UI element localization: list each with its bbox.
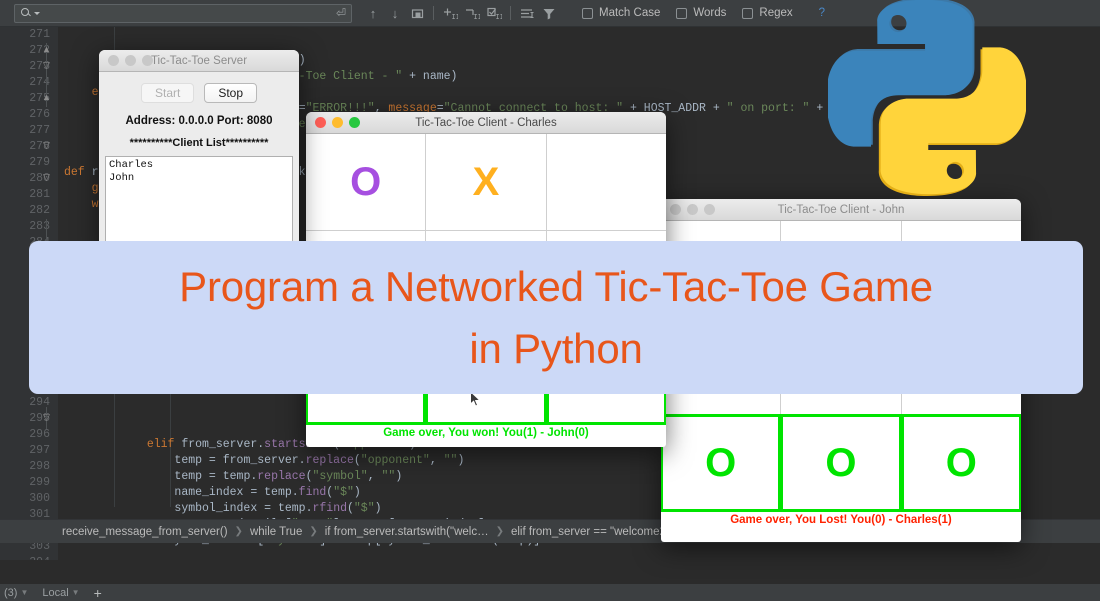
svg-text:II: II [495, 13, 502, 20]
code-line [58, 549, 1100, 560]
python-logo [828, 0, 1026, 196]
add-selection-icon[interactable]: II [439, 3, 461, 23]
chevron-down-icon: ▼ [20, 588, 28, 597]
server-title-bar[interactable]: Tic-Tac-Toe Server [99, 50, 299, 72]
regex-label: Regex [759, 7, 792, 19]
stop-button[interactable]: Stop [204, 83, 257, 103]
breadcrumb-separator: ❯ [309, 526, 317, 537]
words-checkbox[interactable]: Words [676, 7, 726, 19]
board-cell-0-0[interactable]: O [306, 134, 425, 230]
match-case-label: Match Case [599, 7, 660, 19]
arrow-up-icon[interactable]: ↑ [362, 3, 384, 23]
charles-status-message: Game over, You won! You(1) - John(0) [306, 424, 666, 443]
status-count[interactable]: (3) ▼ [4, 587, 28, 599]
svg-text:II: II [473, 13, 480, 20]
breadcrumb-item-3[interactable]: elif from_server == "welcome2" [511, 526, 670, 538]
banner-line-1: Program a Networked Tic-Tac-Toe Game [179, 256, 933, 317]
title-banner-overlay: Program a Networked Tic-Tac-Toe Game in … [29, 241, 1083, 394]
server-button-row: Start Stop [99, 83, 299, 103]
enter-return-icon[interactable]: ⏎ [336, 7, 346, 19]
minimize-icon[interactable] [125, 55, 136, 66]
remove-selection-icon[interactable]: II [461, 3, 483, 23]
search-input-wrapper[interactable]: ⏎ [14, 4, 352, 23]
fold-marker[interactable]: ▽ [42, 141, 51, 150]
select-all-occurrences-icon[interactable] [406, 3, 428, 23]
tic-tac-toe-server-window[interactable]: Tic-Tac-Toe Server Start Stop Address: 0… [99, 50, 299, 255]
banner-line-2: in Python [469, 318, 642, 379]
window-controls[interactable] [315, 117, 360, 128]
search-input[interactable] [40, 7, 336, 19]
add-button[interactable]: + [94, 586, 102, 600]
client-list-header: **********Client List********** [99, 137, 299, 149]
checkbox-box [582, 8, 593, 19]
board-cell-2-0[interactable]: O [661, 415, 780, 511]
toggle-selection-icon[interactable]: II [483, 3, 505, 23]
match-case-checkbox[interactable]: Match Case [582, 7, 660, 19]
board-cell-0-1[interactable]: X [426, 134, 545, 230]
breadcrumb-separator: ❯ [496, 526, 504, 537]
breadcrumb-item-2[interactable]: if from_server.startswith("welc… [325, 526, 489, 538]
fold-marker[interactable]: ▲ [42, 93, 51, 102]
breadcrumb-item-1[interactable]: while True [250, 526, 302, 538]
board-cell-2-2[interactable]: O [902, 415, 1021, 511]
minimize-icon[interactable] [332, 117, 343, 128]
window-controls[interactable] [108, 55, 153, 66]
svg-text:II: II [451, 13, 458, 20]
toolbar-divider-1 [433, 6, 434, 20]
minimize-icon[interactable] [687, 204, 698, 215]
breadcrumb-item-0[interactable]: receive_message_from_server() [62, 526, 228, 538]
regex-checkbox[interactable]: Regex [742, 7, 792, 19]
board-cell-0-2[interactable] [547, 134, 666, 230]
status-bar: (3) ▼ Local ▼ + [0, 584, 1100, 601]
find-toolbar-icons: ↑ ↓ II II II [362, 3, 560, 23]
status-scope[interactable]: Local ▼ [42, 587, 79, 599]
server-window-body: Start Stop Address: 0.0.0.0 Port: 8080 *… [99, 72, 299, 255]
regex-help-icon[interactable]: ? [819, 7, 825, 19]
charles-window-title: Tic-Tac-Toe Client - Charles [306, 117, 666, 129]
fold-marker[interactable]: ▽ [42, 173, 51, 182]
board-cell-2-1[interactable]: O [781, 415, 900, 511]
john-window-title: Tic-Tac-Toe Client - John [661, 204, 1021, 216]
chevron-down-icon: ▼ [72, 588, 80, 597]
john-title-bar[interactable]: Tic-Tac-Toe Client - John [661, 199, 1021, 221]
checkbox-box [676, 8, 687, 19]
fold-marker[interactable]: ▽ [42, 61, 51, 70]
words-label: Words [693, 7, 726, 19]
maximize-icon[interactable] [349, 117, 360, 128]
maximize-icon[interactable] [142, 55, 153, 66]
fold-marker[interactable]: ▽ [42, 413, 51, 422]
close-icon[interactable] [670, 204, 681, 215]
server-address-line: Address: 0.0.0.0 Port: 8080 [99, 115, 299, 127]
list-item: John [109, 172, 289, 185]
window-controls[interactable] [670, 204, 715, 215]
breadcrumb-separator: ❯ [235, 526, 243, 537]
maximize-icon[interactable] [704, 204, 715, 215]
john-status-message: Game over, You Lost! You(0) - Charles(1) [661, 511, 1021, 530]
search-icon [20, 7, 32, 19]
status-count-label: (3) [4, 587, 17, 599]
start-button[interactable]: Start [141, 83, 194, 103]
list-item: Charles [109, 159, 289, 172]
checkbox-box [742, 8, 753, 19]
close-icon[interactable] [315, 117, 326, 128]
toolbar-divider-2 [510, 6, 511, 20]
fold-marker[interactable]: ▲ [42, 45, 51, 54]
close-icon[interactable] [108, 55, 119, 66]
find-options: Match Case Words Regex ? [582, 7, 825, 19]
charles-title-bar[interactable]: Tic-Tac-Toe Client - Charles [306, 112, 666, 134]
filter-lines-icon[interactable] [516, 3, 538, 23]
arrow-down-icon[interactable]: ↓ [384, 3, 406, 23]
filter-icon[interactable] [538, 3, 560, 23]
status-scope-label: Local [42, 587, 68, 599]
